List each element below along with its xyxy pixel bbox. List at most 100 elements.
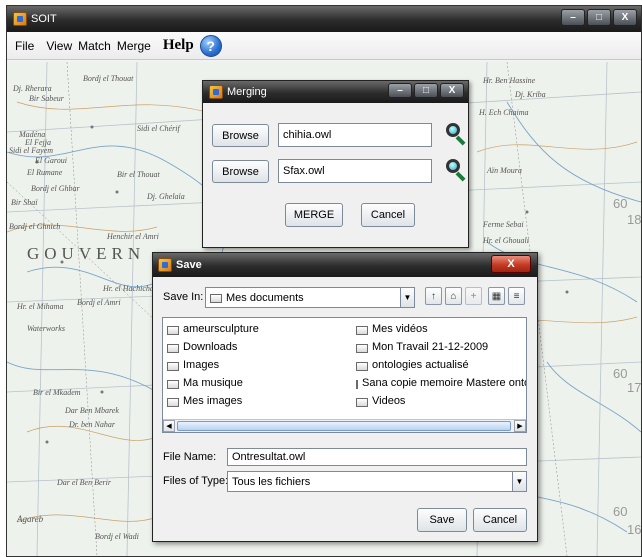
map-label: Henchir el Amri <box>107 232 159 241</box>
file-list[interactable]: ameursculpture Downloads Images Ma musiq… <box>162 317 527 433</box>
home-icon[interactable]: ⌂ <box>445 287 462 305</box>
folder-icon <box>167 379 179 389</box>
up-folder-icon[interactable]: ↑ <box>425 287 442 305</box>
window-title: SOIT <box>31 13 57 25</box>
save-in-value: Mes documents <box>226 291 304 304</box>
chevron-down-icon[interactable]: ▼ <box>400 288 414 307</box>
details-view-icon[interactable]: ≡ <box>508 287 525 305</box>
grid-number: 60 <box>613 196 628 211</box>
save-in-label: Save In: <box>163 291 204 303</box>
horizontal-scrollbar[interactable]: ◀ ▶ <box>163 419 526 432</box>
merging-close-button[interactable]: X <box>440 83 464 98</box>
list-item[interactable]: Mes images <box>167 395 242 407</box>
maximize-button[interactable]: □ <box>587 9 611 26</box>
grid-number: 17 <box>627 380 641 395</box>
save-button[interactable]: Save <box>417 508 467 532</box>
merge-button[interactable]: MERGE <box>285 203 343 227</box>
files-of-type-label: Files of Type: <box>163 475 229 487</box>
map-label: Agareb <box>17 514 44 524</box>
map-label: Ferme Sebai <box>483 220 524 229</box>
map-label: El Garoui <box>35 156 67 165</box>
merging-dialog: Merging – □ X Browse chihia.owl Browse S… <box>202 80 469 248</box>
app-icon <box>158 258 172 272</box>
cancel-button[interactable]: Cancel <box>361 203 415 227</box>
list-item[interactable]: Videos <box>356 395 405 407</box>
search-icon[interactable] <box>445 122 467 146</box>
map-label: Bordj el Thouat <box>83 74 134 83</box>
browse-button-2[interactable]: Browse <box>212 160 269 183</box>
browse-button-1[interactable]: Browse <box>212 124 269 147</box>
menu-merge[interactable]: Merge <box>117 39 151 53</box>
scroll-left-icon[interactable]: ◀ <box>163 420 175 432</box>
map-label: Bir Sbaï <box>11 198 38 207</box>
merging-title-bar[interactable]: Merging – □ X <box>203 81 468 103</box>
folder-icon <box>356 343 368 353</box>
folder-icon <box>167 361 179 371</box>
list-view-icon[interactable]: ▦ <box>488 287 505 305</box>
file-name-label: File Name: <box>163 451 217 463</box>
map-label: Hr. el Hachicha <box>103 284 154 293</box>
help-icon[interactable]: ? <box>199 34 222 57</box>
main-title-bar[interactable]: SOIT – □ X <box>7 6 641 32</box>
folder-icon <box>356 379 358 389</box>
merging-minimize-button[interactable]: – <box>388 83 412 98</box>
menu-view[interactable]: View <box>46 39 72 53</box>
list-item[interactable]: Mes vidéos <box>356 323 428 335</box>
search-icon[interactable] <box>445 158 467 182</box>
folder-icon <box>210 294 222 303</box>
list-item[interactable]: ameursculpture <box>167 323 259 335</box>
grid-number: 60 <box>613 504 628 519</box>
map-label: Hr. Ben Hassine <box>483 76 536 85</box>
map-label: Dj. Ghelaïa <box>147 192 185 201</box>
file-name-input[interactable]: Ontresultat.owl <box>227 448 527 466</box>
scroll-thumb[interactable] <box>177 421 511 431</box>
save-title-bar[interactable]: Save X <box>153 253 537 277</box>
save-title: Save <box>176 259 202 271</box>
menu-help[interactable]: Help <box>163 37 194 54</box>
folder-icon <box>356 397 368 407</box>
close-button[interactable]: X <box>613 9 637 26</box>
ontology-file-1-field[interactable]: chihia.owl <box>278 123 432 147</box>
scroll-right-icon[interactable]: ▶ <box>514 420 526 432</box>
minimize-button[interactable]: – <box>561 9 585 26</box>
folder-icon <box>167 343 179 353</box>
menu-file[interactable]: File <box>15 39 34 53</box>
list-item[interactable]: Downloads <box>167 341 237 353</box>
map-label: Dar el Ben Berir <box>57 478 111 487</box>
map-label: Bordj el Amri <box>77 298 121 307</box>
list-item[interactable]: Ma musique <box>167 377 243 389</box>
menu-match[interactable]: Match <box>78 39 111 53</box>
map-label: Hr. el Ghouali <box>483 236 529 245</box>
map-label: Bordj el Ghnich <box>9 222 61 231</box>
map-label: Bordj el Ghbar <box>31 184 80 193</box>
map-label: El Rumane <box>27 168 63 177</box>
window-controls: – □ X <box>561 9 637 26</box>
chevron-down-icon[interactable]: ▼ <box>512 472 526 491</box>
map-label: Aïn Moura <box>487 166 522 175</box>
grid-number: 18 <box>627 212 641 227</box>
cancel-button[interactable]: Cancel <box>473 508 527 532</box>
close-button[interactable]: X <box>491 255 531 273</box>
map-label: Sidi el Chérif <box>137 124 180 133</box>
list-item[interactable]: Images <box>167 359 219 371</box>
ontology-file-2-field[interactable]: Sfax.owl <box>278 159 432 183</box>
merging-maximize-button[interactable]: □ <box>414 83 438 98</box>
files-of-type-combo[interactable]: Tous les fichiers ▼ <box>227 471 527 492</box>
list-item[interactable]: Sana copie memoire Mastere ontolc <box>356 377 526 389</box>
map-label: Bir el Thouat <box>117 170 160 179</box>
app-icon <box>209 85 223 99</box>
list-item[interactable]: Mon Travail 21-12-2009 <box>356 341 488 353</box>
menu-bar: File View Match Merge Help ? <box>7 32 641 60</box>
map-label: Bir Sabeur <box>29 94 64 103</box>
map-label: Bir el Mkadem <box>33 388 81 397</box>
list-item[interactable]: ontologies actualisé <box>356 359 469 371</box>
folder-icon <box>167 397 179 407</box>
map-label: Dr. ben Nahar <box>69 420 116 429</box>
map-label: H. Ech Chaima <box>479 108 529 117</box>
map-label: Dar Ben Mbarek <box>65 406 119 415</box>
merging-window-controls: – □ X <box>388 83 464 98</box>
folder-icon <box>167 325 179 335</box>
save-in-combo[interactable]: Mes documents ▼ <box>205 287 415 308</box>
new-folder-icon[interactable]: + <box>465 287 482 305</box>
files-of-type-value: Tous les fichiers <box>232 475 311 488</box>
